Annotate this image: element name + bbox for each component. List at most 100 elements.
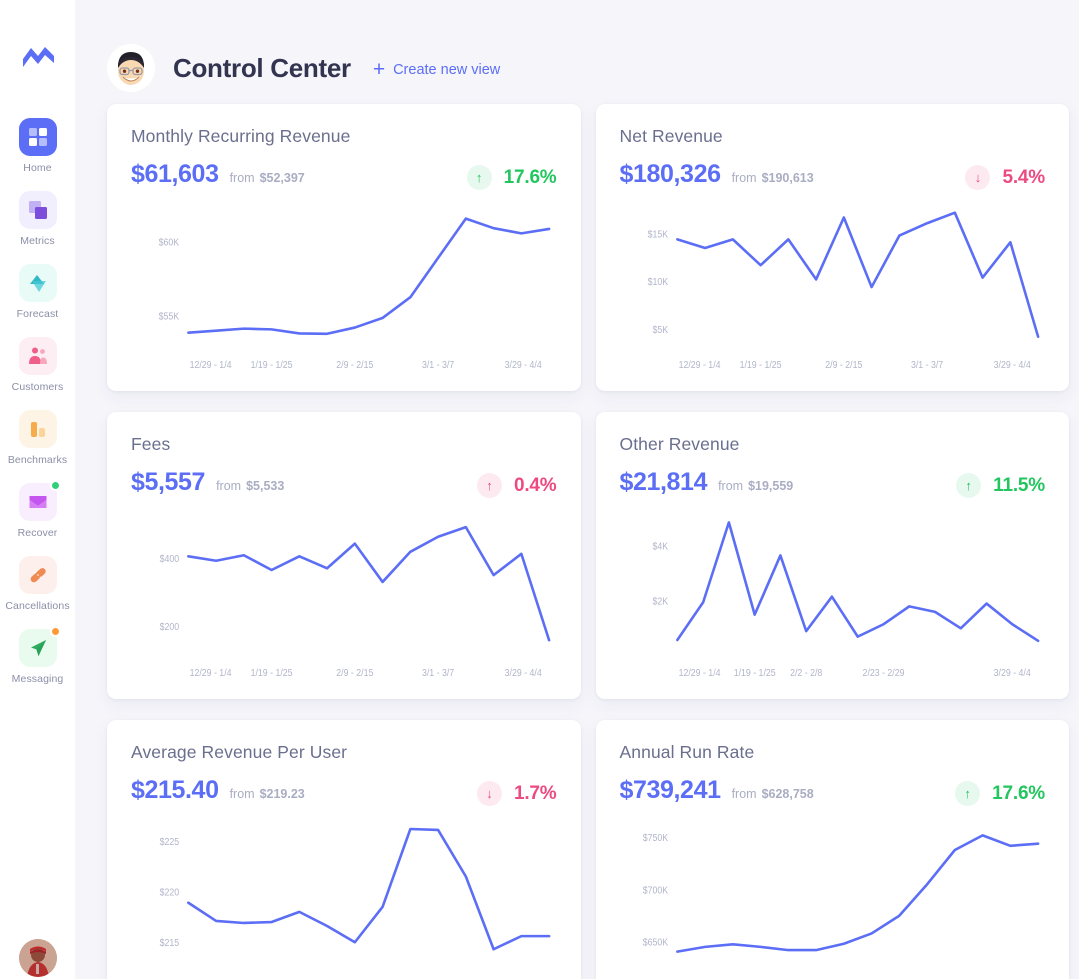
metric-card[interactable]: Annual Run Rate $739,241 from $628,758 ↑ 17.6… [595, 720, 1069, 979]
chart-area: $2K $4K 12/29 - 1/4 1/19 - 1/25 2/2 - 2/8 2/2… [620, 504, 1046, 687]
comparison-label: from [229, 171, 255, 185]
x-axis-tick: 2/23 - 2/29 [862, 668, 904, 680]
x-axis-tick: 12/29 - 1/4 [678, 668, 721, 680]
previous-value: $5,533 [246, 479, 285, 493]
app-root: Home Metrics Forecast Customers Benchmarks Re… [0, 0, 1079, 979]
previous-value: $219.23 [259, 787, 305, 801]
line-chart: $200 $400 12/29 - 1/4 1/19 - 1/25 2/9 - 2/15… [160, 504, 557, 680]
y-axis-tick: $10K [647, 277, 668, 289]
metric-value: $21,814 [619, 468, 708, 496]
card-title: Other Revenue [619, 434, 740, 454]
comparison-label: from [216, 479, 242, 493]
delta-arrow-icon: ↓ [965, 165, 991, 190]
y-axis-tick: $5K [652, 324, 668, 336]
layered-squares-icon [18, 191, 57, 229]
metric-value: $5,557 [131, 468, 206, 496]
sidebar-nav: Home Metrics Forecast Customers Benchmarks Re… [0, 118, 75, 702]
sidebar-item-label: Customers [11, 381, 64, 393]
metric-card[interactable]: Average Revenue Per User $215.40 from $219.… [107, 720, 581, 979]
sidebar-item-label: Benchmarks [7, 454, 68, 466]
x-axis-tick: 2/2 - 2/8 [790, 668, 822, 680]
line-chart: $55K $60K 12/29 - 1/4 1/19 - 1/25 2/9 - 2/15… [159, 196, 557, 372]
sidebar-item-cancellations[interactable]: Cancellations [0, 556, 75, 612]
comparison-label: from [718, 479, 744, 493]
chart-area: $55K $60K 12/29 - 1/4 1/19 - 1/25 2/9 - 2/15… [131, 196, 557, 379]
create-new-view-button[interactable]: + Create new view [373, 59, 500, 80]
x-axis-tick: 2/9 - 2/15 [336, 668, 373, 680]
card-title: Average Revenue Per User [131, 742, 348, 762]
y-axis-tick: $60K [159, 237, 180, 249]
y-axis-tick: $15K [647, 229, 668, 241]
delta-percent: 17.6% [992, 782, 1045, 804]
sidebar-item-label: Messaging [11, 673, 64, 685]
y-axis-tick: $215 [160, 937, 180, 949]
delta-percent: 11.5% [993, 474, 1045, 496]
delta-percent: 1.7% [513, 782, 557, 804]
bandage-icon [18, 556, 57, 594]
metric-value: $739,241 [619, 776, 721, 804]
sidebar-item-label: Cancellations [5, 600, 70, 612]
baremetrics-logo-icon [22, 47, 54, 67]
y-axis-tick: $650K [642, 937, 668, 949]
main-content: Control Center + Create new view Monthly… [75, 0, 1079, 979]
envelope-icon [18, 480, 61, 521]
delta-indicator: ↓ 1.7% [476, 781, 557, 806]
metric-card[interactable]: Other Revenue $21,814 from $19,559 ↑ 11.5% $2K… [595, 412, 1069, 699]
delta-indicator: ↑ 17.6% [955, 781, 1045, 806]
previous-value: $190,613 [761, 171, 814, 185]
create-new-view-label: Create new view [393, 61, 501, 78]
avatar[interactable] [107, 44, 155, 92]
x-axis-tick: 3/29 - 4/4 [505, 360, 543, 372]
chart-series-line [677, 835, 1038, 951]
people-icon [18, 337, 57, 375]
x-axis-tick: 12/29 - 1/4 [678, 360, 721, 372]
page-title: Control Center [173, 52, 351, 83]
x-axis-tick: 12/29 - 1/4 [190, 668, 233, 680]
sidebar-item-customers[interactable]: Customers [0, 337, 75, 393]
sidebar-item-forecast[interactable]: Forecast [0, 264, 75, 320]
sidebar-item-recover[interactable]: Recover [0, 480, 75, 539]
y-axis-tick: $700K [642, 885, 668, 897]
card-title: Fees [131, 434, 171, 454]
delta-indicator: ↓ 5.4% [965, 165, 1045, 190]
delta-indicator: ↑ 11.5% [956, 473, 1045, 498]
chart-series-line [188, 829, 549, 949]
x-axis-tick: 3/29 - 4/4 [505, 668, 543, 680]
y-axis-tick: $750K [642, 833, 668, 845]
chart-series-line [677, 213, 1038, 337]
user-avatar-photo [18, 939, 57, 977]
user-avatar[interactable] [18, 939, 57, 977]
x-axis-tick: 1/19 - 1/25 [733, 668, 775, 680]
x-axis-tick: 2/9 - 2/15 [825, 360, 862, 372]
metric-card[interactable]: Monthly Recurring Revenue $61,603 from $52,… [107, 104, 581, 391]
sidebar-item-label: Metrics [20, 235, 55, 247]
card-stats: $5,557 from $5,533 ↑ 0.4% [131, 468, 557, 498]
line-chart: $2K $4K 12/29 - 1/4 1/19 - 1/25 2/2 - 2/8 2/2… [652, 504, 1046, 680]
y-axis-tick: $220 [160, 887, 180, 899]
chart-area: $5K $10K $15K 12/29 - 1/4 1/19 - 1/25 2/9 - 2… [620, 196, 1046, 379]
card-title: Annual Run Rate [619, 742, 755, 762]
y-axis-tick: $2K [652, 596, 668, 608]
y-axis-tick: $200 [160, 622, 180, 634]
chart-area: $215 $220 $225 [131, 812, 557, 979]
y-axis-tick: $225 [160, 836, 180, 848]
comparison-label: from [229, 787, 255, 801]
metric-card[interactable]: Fees $5,557 from $5,533 ↑ 0.4% $200 $400 12/29 -… [107, 412, 581, 699]
sidebar-item-messaging[interactable]: Messaging [0, 626, 75, 685]
delta-arrow-icon: ↑ [466, 165, 492, 190]
grid-squares-icon [18, 118, 57, 156]
sidebar-item-metrics[interactable]: Metrics [0, 191, 75, 247]
y-axis-tick: $55K [159, 311, 180, 323]
x-axis-tick: 3/1 - 3/7 [422, 360, 454, 372]
delta-percent: 17.6% [503, 166, 557, 188]
app-logo[interactable] [16, 36, 60, 80]
metric-value: $215.40 [131, 776, 219, 804]
sidebar-item-label: Recover [17, 527, 58, 539]
card-stats: $61,603 from $52,397 ↑ 17.6% [131, 160, 557, 190]
sidebar-item-benchmarks[interactable]: Benchmarks [0, 410, 75, 466]
bar-chart-icon [18, 410, 57, 448]
x-axis-tick: 3/1 - 3/7 [911, 360, 943, 372]
metric-card[interactable]: Net Revenue $180,326 from $190,613 ↓ 5.4% $5K $… [595, 104, 1069, 391]
sidebar-item-home[interactable]: Home [0, 118, 75, 174]
chart-series-line [188, 527, 549, 640]
